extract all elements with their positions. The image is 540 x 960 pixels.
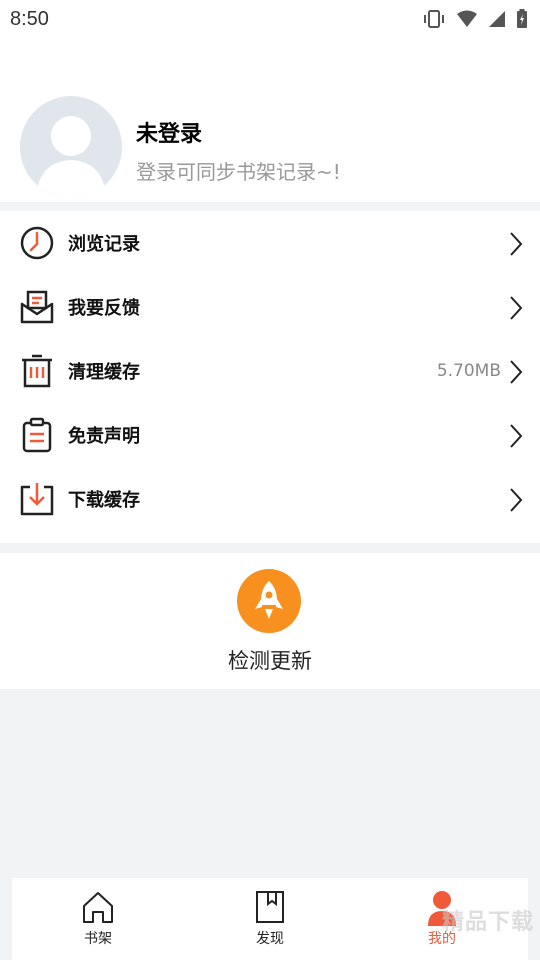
status-bar: 8:50 <box>0 0 540 38</box>
menu-item-label: 清理缓存 <box>68 362 140 383</box>
default-user-icon <box>36 116 106 198</box>
check-update-label[interactable]: 检测更新 <box>0 645 540 675</box>
site-watermark: 精品下载 <box>441 910 534 935</box>
wifi-icon <box>457 10 477 27</box>
profile-header[interactable]: 未登录 登录可同步书架记录~! <box>0 38 540 202</box>
clock-icon <box>20 226 54 260</box>
trash-icon <box>22 354 52 388</box>
signal-icon <box>489 11 505 27</box>
menu-item-label: 下载缓存 <box>68 490 140 511</box>
chevron-right-icon <box>510 424 523 448</box>
avatar[interactable] <box>20 96 122 198</box>
rocket-icon[interactable] <box>237 569 301 633</box>
menu-item-feedback[interactable]: 我要反馈 <box>0 275 540 339</box>
feedback-envelope-icon <box>20 290 54 324</box>
battery-icon <box>517 9 527 28</box>
menu-item-clear-cache[interactable]: 清理缓存 5.70MB <box>0 339 540 403</box>
tab-label: 书架 <box>84 931 112 947</box>
menu-item-download-cache[interactable]: 下载缓存 <box>0 467 540 531</box>
vibrate-icon <box>424 10 444 28</box>
download-icon <box>20 483 54 516</box>
chevron-right-icon <box>510 488 523 512</box>
status-icons <box>422 9 528 29</box>
status-time: 8:50 <box>10 7 49 30</box>
tab-label: 发现 <box>256 931 284 947</box>
settings-menu: 浏览记录 我要反馈 清理缓存 5.70MB 免责声明 下载缓存 <box>0 211 540 543</box>
profile-login-hint: 登录可同步书架记录~! <box>136 160 341 184</box>
chevron-right-icon <box>510 360 523 384</box>
tab-discover[interactable]: 发现 <box>184 878 356 960</box>
tab-bookshelf[interactable]: 书架 <box>12 878 184 960</box>
home-icon <box>83 892 113 923</box>
menu-item-label: 免责声明 <box>68 426 140 447</box>
menu-item-history[interactable]: 浏览记录 <box>0 211 540 275</box>
app-screen: 8:50 未登录 登录可同步书架记录~! 浏览记录 我要反馈 清理缓存 5.70… <box>0 0 540 960</box>
cache-size: 5.70MB <box>436 361 501 381</box>
menu-item-disclaimer[interactable]: 免责声明 <box>0 403 540 467</box>
bookmark-book-icon <box>256 891 284 923</box>
chevron-right-icon <box>510 232 523 256</box>
check-update-section[interactable]: 检测更新 <box>0 553 540 689</box>
profile-name[interactable]: 未登录 <box>136 116 202 148</box>
menu-item-label: 浏览记录 <box>68 234 140 255</box>
menu-item-label: 我要反馈 <box>68 298 140 319</box>
chevron-right-icon <box>510 296 523 320</box>
clipboard-icon <box>22 417 52 453</box>
